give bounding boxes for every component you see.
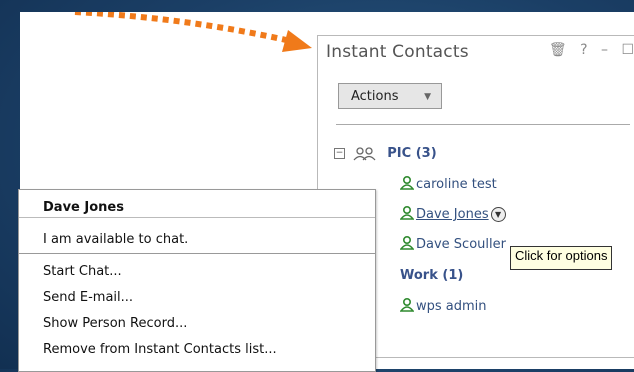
- trash-icon[interactable]: 🗑: [549, 42, 567, 58]
- online-person-icon: [400, 176, 414, 190]
- minimize-icon[interactable]: –: [601, 42, 608, 58]
- group-label: PIC (3): [387, 146, 437, 161]
- group-people-icon: [353, 146, 376, 160]
- menu-item-remove-contact[interactable]: Remove from Instant Contacts list...: [43, 342, 277, 357]
- contact-caroline-test[interactable]: caroline test: [400, 176, 497, 192]
- online-person-icon: [400, 236, 414, 250]
- contact-name-link[interactable]: Dave Jones: [416, 207, 489, 222]
- divider: [19, 253, 375, 254]
- portlet-title: Instant Contacts: [326, 42, 469, 62]
- menu-item-show-person-record[interactable]: Show Person Record...: [43, 316, 187, 331]
- menu-status-text: I am available to chat.: [43, 232, 189, 247]
- collapse-icon[interactable]: −: [334, 148, 345, 159]
- help-icon[interactable]: ?: [580, 42, 587, 58]
- group-row-pic[interactable]: − PIC (3): [334, 146, 437, 161]
- annotation-arrow: [74, 12, 312, 52]
- contact-dave-jones[interactable]: Dave Jones ▼: [400, 206, 506, 222]
- options-icon[interactable]: ▼: [490, 207, 506, 222]
- contact-dave-scouller[interactable]: Dave Scouller: [400, 236, 506, 252]
- menu-contact-name: Dave Jones: [43, 200, 124, 215]
- actions-label: Actions: [351, 89, 399, 104]
- menu-item-send-email[interactable]: Send E-mail...: [43, 290, 133, 305]
- maximize-icon[interactable]: ☐: [621, 42, 634, 58]
- divider: [336, 124, 630, 125]
- online-person-icon: [400, 298, 414, 312]
- group-row-work[interactable]: Work (1): [400, 268, 463, 283]
- chevron-down-icon: ▼: [424, 92, 431, 102]
- contact-name: caroline test: [416, 177, 497, 192]
- menu-item-start-chat[interactable]: Start Chat...: [43, 264, 122, 279]
- options-tooltip: Click for options: [510, 246, 613, 270]
- actions-button[interactable]: Actions ▼: [338, 83, 442, 109]
- contact-context-menu: Dave Jones I am available to chat. Start…: [18, 189, 376, 372]
- divider: [19, 217, 375, 218]
- screen-canvas: Instant Contacts 🗑 ? – ☐ Actions ▼ − PIC…: [18, 12, 634, 372]
- portlet-toolbar: 🗑 ? – ☐: [540, 42, 634, 58]
- contact-name: wps admin: [416, 299, 487, 314]
- contact-name: Dave Scouller: [416, 237, 506, 252]
- contact-wps-admin[interactable]: wps admin: [400, 298, 487, 314]
- menu-header: Dave Jones I am available to chat.: [19, 190, 375, 254]
- group-label: Work (1): [400, 268, 464, 283]
- online-person-icon: [400, 206, 414, 220]
